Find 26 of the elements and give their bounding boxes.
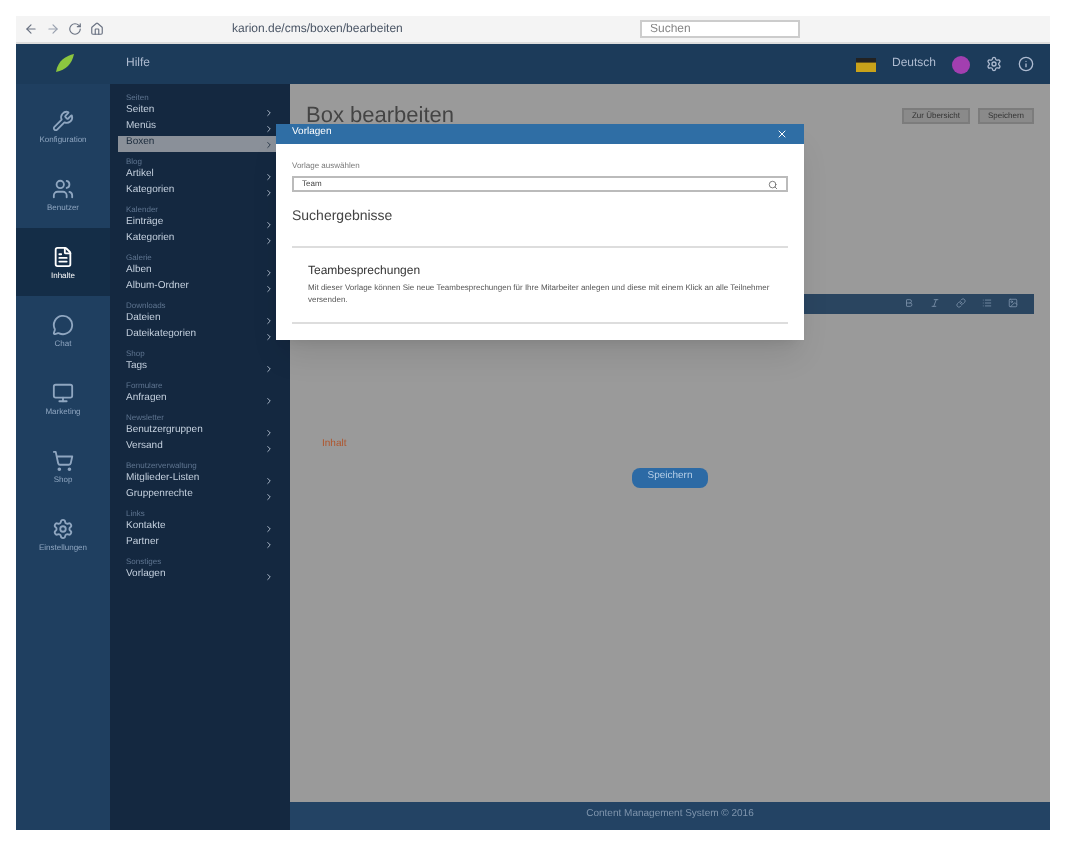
bold-icon[interactable] <box>904 298 914 308</box>
info-icon[interactable] <box>1018 56 1034 72</box>
leaf-logo-icon <box>51 52 75 76</box>
chevron-icon <box>264 395 274 405</box>
image-icon[interactable] <box>1008 298 1018 308</box>
chevron-icon <box>264 363 274 373</box>
link-icon[interactable] <box>956 298 966 308</box>
chevron-icon <box>264 571 274 581</box>
forward-icon[interactable] <box>46 22 60 36</box>
flag-icon <box>855 57 876 71</box>
home-icon[interactable] <box>90 22 104 36</box>
chat-icon <box>52 313 74 335</box>
search-icon <box>768 179 778 189</box>
settings-icon[interactable] <box>986 56 1002 72</box>
wrench-icon <box>52 109 74 131</box>
file-icon <box>52 245 74 267</box>
list-icon[interactable] <box>982 298 992 308</box>
back-icon[interactable] <box>24 22 38 36</box>
avatar[interactable] <box>952 55 970 73</box>
italic-icon[interactable] <box>930 298 940 308</box>
users-icon <box>52 177 74 199</box>
gear-icon <box>52 517 74 539</box>
reload-icon[interactable] <box>68 22 82 36</box>
close-icon[interactable] <box>776 128 788 140</box>
monitor-icon <box>52 381 74 403</box>
cart-icon <box>52 449 74 471</box>
